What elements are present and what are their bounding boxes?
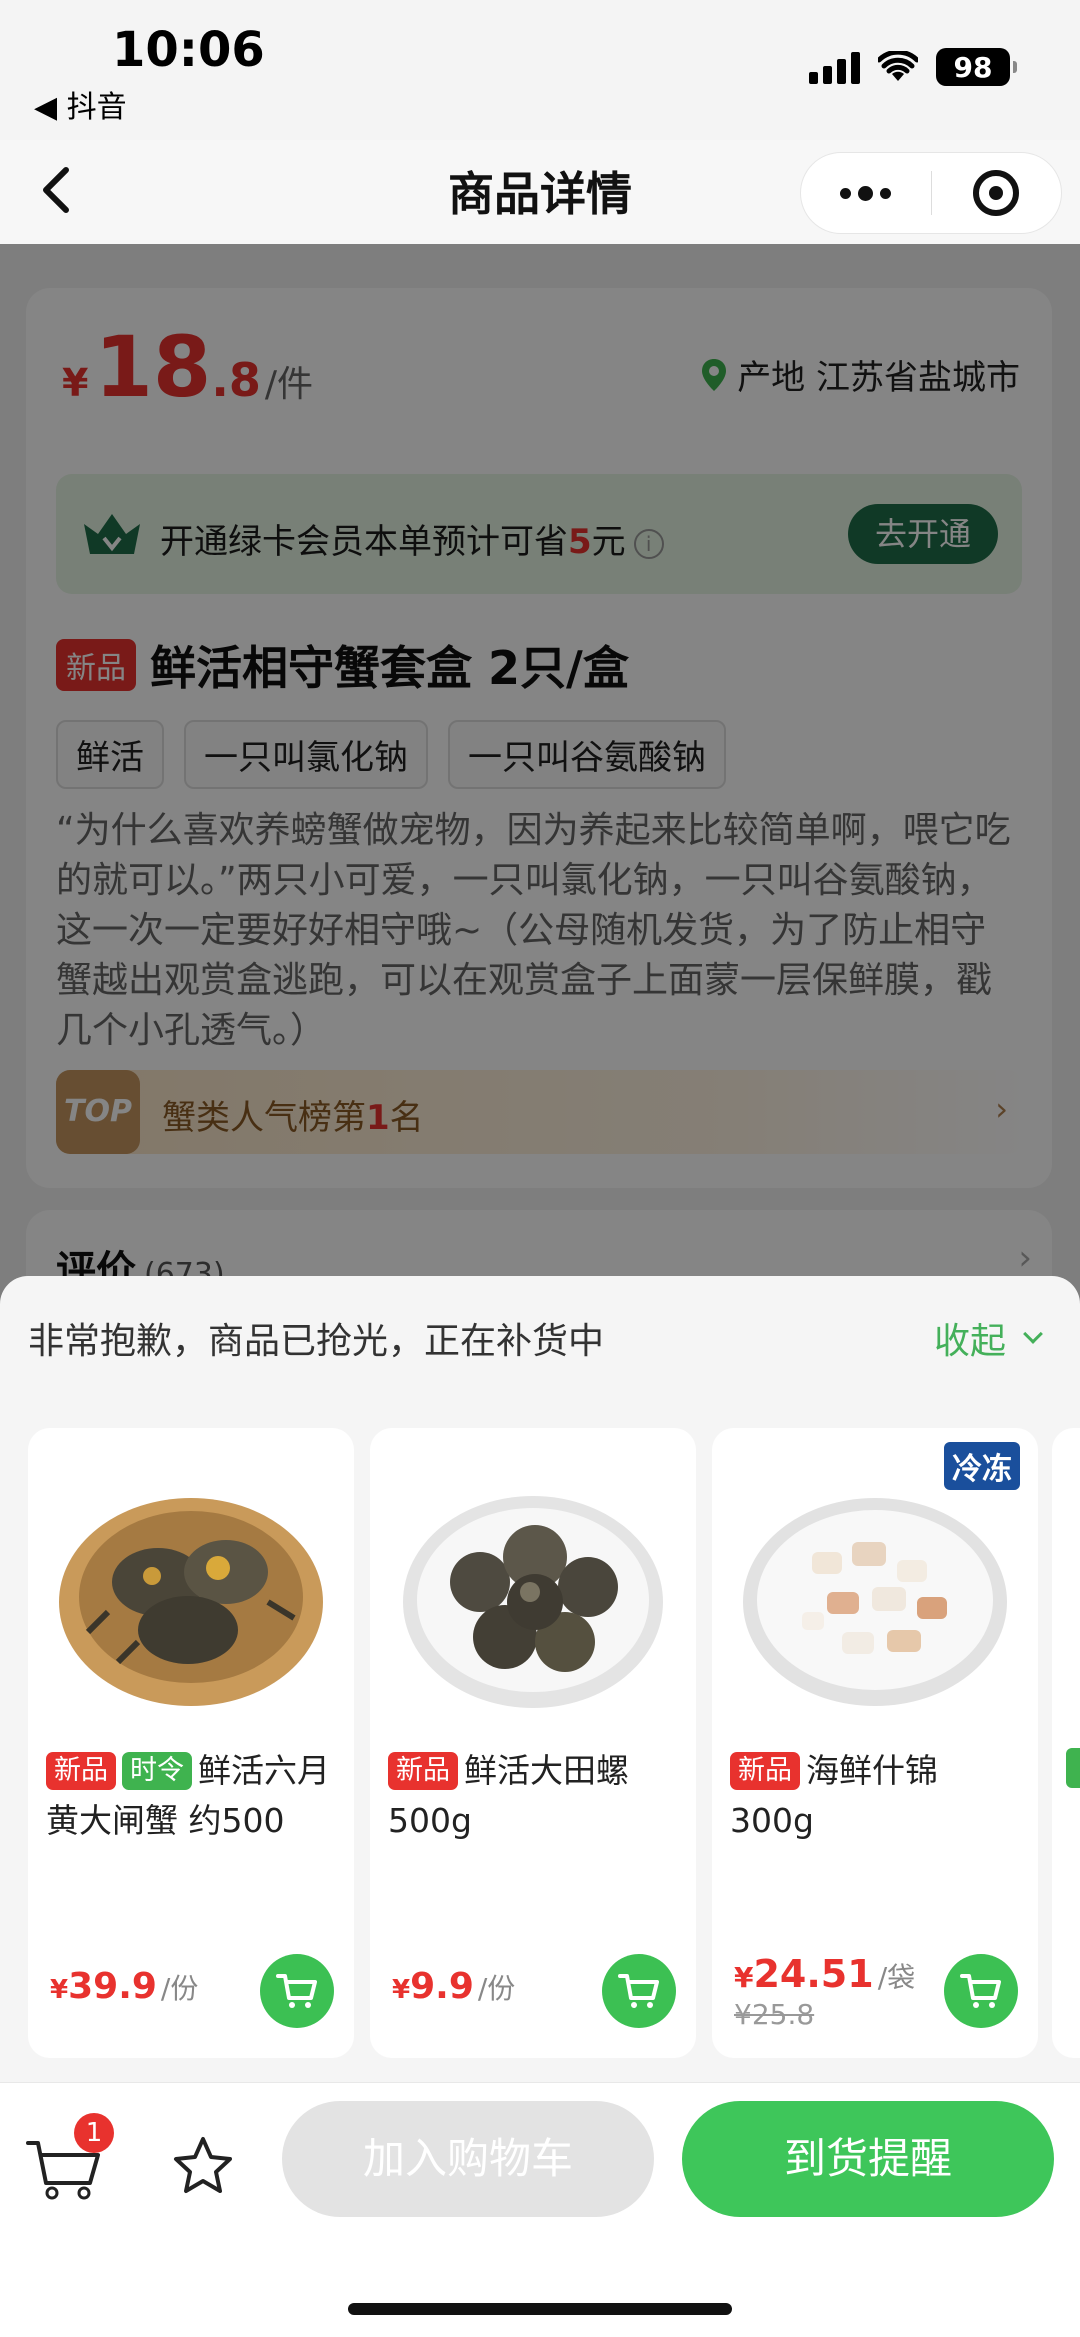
collapse-button[interactable]: 收起 — [933, 1312, 1043, 1364]
add-to-cart-button[interactable] — [944, 1954, 1018, 2028]
status-bar: 10:06 ◀ 抖音 98 — [0, 0, 1080, 140]
home-indicator — [348, 2303, 732, 2315]
signal-icon — [809, 50, 860, 84]
price-unit: /袋 — [877, 1961, 916, 1994]
close-miniprogram-icon[interactable] — [932, 170, 1062, 216]
new-tag: 新品 — [388, 1752, 458, 1790]
product-price: ¥39.9/份 — [50, 1966, 198, 2007]
cart-icon — [960, 1974, 1001, 2008]
product-name: 新品 鲜活大田螺 500g — [388, 1746, 680, 1846]
recommended-products: 新品 时令 鲜活六月黄大闸蟹 约500 ¥39.9/份 新品 鲜活大田螺 500… — [28, 1428, 1080, 2058]
price-symbol: ¥ — [50, 1975, 69, 2005]
product-name: 新品 海鲜什锦 300g — [730, 1746, 1022, 1846]
price-symbol: ¥ — [392, 1975, 411, 2005]
add-to-cart-button[interactable] — [260, 1954, 334, 2028]
original-price: ¥25.8 — [734, 1998, 815, 2031]
price-value: 24.51 — [753, 1952, 874, 1996]
product-card[interactable]: 冷冻 新品 海鲜什锦 300g ¥24.51/袋 ¥25.8 — [712, 1428, 1038, 2058]
product-card-partial[interactable] — [1052, 1428, 1080, 2058]
cart-count-badge: 1 — [74, 2113, 114, 2153]
product-card[interactable]: 新品 鲜活大田螺 500g ¥9.9/份 — [370, 1428, 696, 2058]
more-icon[interactable] — [801, 185, 931, 201]
product-price: ¥9.9/份 — [392, 1966, 515, 2007]
chevron-down-icon — [1023, 1324, 1043, 1344]
status-time: 10:06 — [112, 22, 265, 78]
new-tag: 新品 — [730, 1752, 800, 1790]
snail-plate-image — [403, 1496, 663, 1708]
nav-bar: 商品详情 — [0, 140, 1080, 244]
seasonal-tag: 时令 — [122, 1752, 192, 1790]
price-value: 39.9 — [68, 1966, 157, 2007]
product-name: 新品 时令 鲜活六月黄大闸蟹 约500 — [46, 1746, 338, 1846]
add-to-cart-button[interactable]: 加入购物车 — [282, 2101, 654, 2217]
seasonal-tag-partial — [1066, 1748, 1080, 1788]
price-symbol: ¥ — [734, 1961, 754, 1994]
battery-icon: 98 — [936, 48, 1017, 86]
new-tag: 新品 — [46, 1752, 116, 1790]
frozen-badge: 冷冻 — [944, 1442, 1020, 1490]
cart-icon — [276, 1974, 317, 2008]
price-value: 9.9 — [410, 1966, 474, 2007]
back-to-app-link[interactable]: ◀ 抖音 — [34, 82, 127, 126]
bottom-action-bar: 1 加入购物车 到货提醒 — [0, 2082, 1080, 2337]
sold-out-message: 非常抱歉，商品已抢光，正在补货中 — [28, 1321, 605, 1362]
crab-basket-image — [59, 1498, 323, 1706]
status-icons: 98 — [809, 48, 1017, 86]
product-price: ¥24.51/袋 — [734, 1952, 915, 1996]
restock-reminder-button[interactable]: 到货提醒 — [682, 2101, 1054, 2217]
wifi-icon — [878, 51, 918, 81]
price-unit: /份 — [160, 1972, 199, 2005]
seafood-mix-image — [743, 1498, 1007, 1706]
add-to-cart-button[interactable] — [602, 1954, 676, 2028]
cart-icon — [618, 1974, 659, 2008]
product-card[interactable]: 新品 时令 鲜活六月黄大闸蟹 约500 ¥39.9/份 — [28, 1428, 354, 2058]
star-icon[interactable] — [170, 2133, 236, 2199]
collapse-label: 收起 — [933, 1321, 1006, 1362]
price-unit: /份 — [477, 1972, 516, 2005]
mini-program-capsule — [800, 152, 1062, 234]
